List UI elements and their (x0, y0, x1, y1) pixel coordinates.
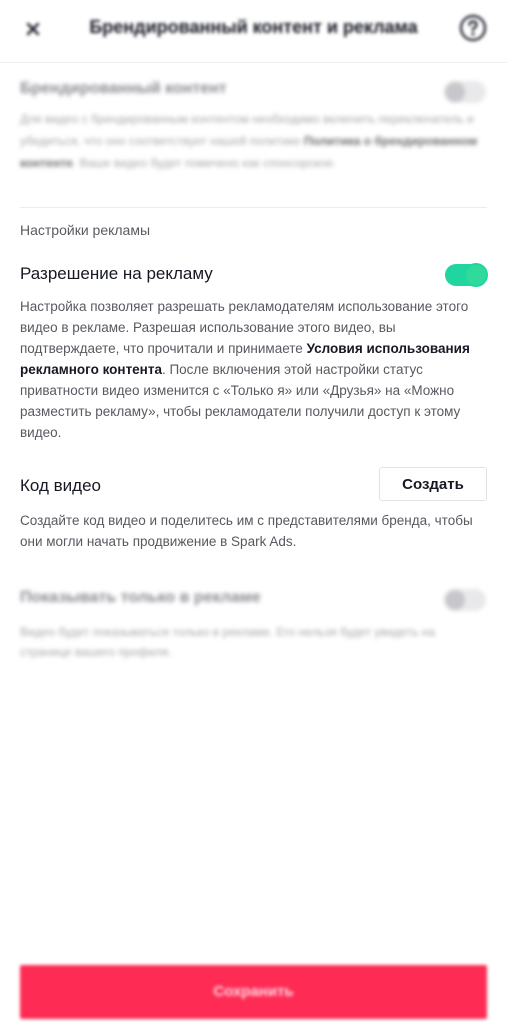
page-title: Брендированный контент и реклама (89, 17, 418, 37)
create-code-button[interactable]: Создать (379, 467, 487, 501)
toggle-knob (445, 82, 465, 102)
video-code-desc: Создайте код видео и поделитесь им с пре… (20, 513, 473, 549)
ads-only-desc: Видео будет показываться только в реклам… (20, 625, 436, 659)
toggle-knob (445, 590, 465, 610)
toggle-knob (466, 265, 486, 285)
ad-settings-label: Настройки рекламы (20, 222, 151, 238)
branded-content-title: Брендированный контент (20, 80, 227, 97)
video-code-title: Код видео (20, 476, 101, 495)
branded-desc-suffix: . Ваше видео будет помечено как спонсорс… (72, 156, 337, 170)
branded-content-section: Брендированный контент Для видео с бренд… (20, 80, 487, 174)
branded-content-desc: Для видео с брендированным контентом нео… (20, 108, 485, 174)
header-divider (0, 62, 507, 63)
save-button[interactable]: Сохранить (20, 965, 487, 1019)
header: Брендированный контент и реклама (0, 0, 507, 58)
help-icon[interactable] (459, 14, 487, 42)
close-icon[interactable] (20, 16, 46, 42)
ad-permission-title: Разрешение на рекламу (20, 264, 213, 283)
ad-permission-toggle[interactable] (445, 264, 487, 286)
ads-only-title: Показывать только в рекламе (20, 589, 261, 606)
branded-content-toggle[interactable] (444, 81, 486, 103)
section-divider (20, 207, 487, 208)
ad-permission-desc: Настройка позволяет разрешать рекламодат… (20, 296, 480, 443)
ads-only-toggle[interactable] (444, 589, 486, 611)
